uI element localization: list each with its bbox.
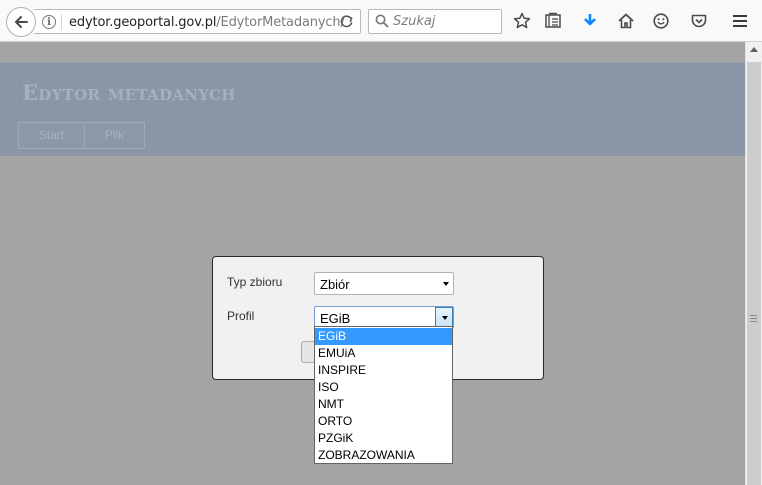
search-icon (375, 14, 389, 33)
profile-option[interactable]: EGiB (315, 328, 452, 345)
url-text[interactable]: edytor.geoportal.gov.pl/EdytorMetadanych… (69, 15, 345, 30)
profile-option[interactable]: ISO (315, 379, 452, 396)
home-icon[interactable] (616, 11, 636, 31)
scroll-thumb[interactable] (747, 62, 761, 485)
app-header: Edytor metadanych Start Plik (0, 62, 745, 156)
search-bar[interactable] (368, 9, 502, 34)
back-arrow-icon (15, 16, 28, 28)
profile-label: Profil (227, 309, 255, 323)
dropdown-button[interactable] (435, 307, 453, 328)
search-input[interactable] (393, 13, 497, 30)
vertical-scrollbar[interactable] (745, 42, 762, 485)
pocket-icon[interactable] (689, 11, 709, 31)
browser-toolbar: i edytor.geoportal.gov.pl/EdytorMetadany… (0, 0, 762, 42)
profile-option[interactable]: ORTO (315, 413, 452, 430)
type-select-value: Zbiór (320, 277, 350, 292)
profile-option[interactable]: EMUiA (315, 345, 452, 362)
download-icon[interactable] (580, 11, 600, 31)
chevron-down-icon (442, 316, 448, 320)
profile-option[interactable]: ZOBRAZOWANIA (315, 447, 452, 464)
profile-option[interactable]: NMT (315, 396, 452, 413)
profile-dropdown-list: EGiB EMUiA INSPIRE ISO NMT ORTO PZGiK ZO… (314, 326, 453, 464)
url-host: edytor.geoportal.gov.pl (69, 15, 217, 30)
scroll-grip-icon (750, 315, 757, 324)
back-button[interactable] (6, 7, 36, 37)
reading-list-icon[interactable] (543, 11, 563, 31)
smiley-icon[interactable] (651, 11, 671, 31)
reload-icon[interactable] (339, 14, 354, 34)
scroll-up-arrow-icon[interactable] (750, 47, 758, 52)
type-select[interactable]: Zbiór (314, 272, 454, 295)
profile-option[interactable]: INSPIRE (315, 362, 452, 379)
profile-option[interactable]: PZGiK (315, 430, 452, 447)
bookmark-star-icon[interactable] (512, 11, 532, 31)
address-bar[interactable]: i edytor.geoportal.gov.pl/EdytorMetadany… (34, 9, 361, 34)
nav-tab-start[interactable]: Start (18, 122, 85, 149)
info-icon[interactable]: i (42, 15, 56, 29)
nav-tab-plik[interactable]: Plik (84, 122, 145, 149)
hamburger-menu-icon[interactable] (730, 11, 750, 31)
app-title: Edytor metadanych (22, 80, 236, 105)
chevron-down-icon (443, 282, 449, 286)
type-label: Typ zbioru (227, 275, 283, 289)
url-separator (61, 14, 62, 30)
url-path: /EdytorMetadanych/ (216, 15, 345, 30)
profile-select-value: EGiB (320, 311, 351, 326)
